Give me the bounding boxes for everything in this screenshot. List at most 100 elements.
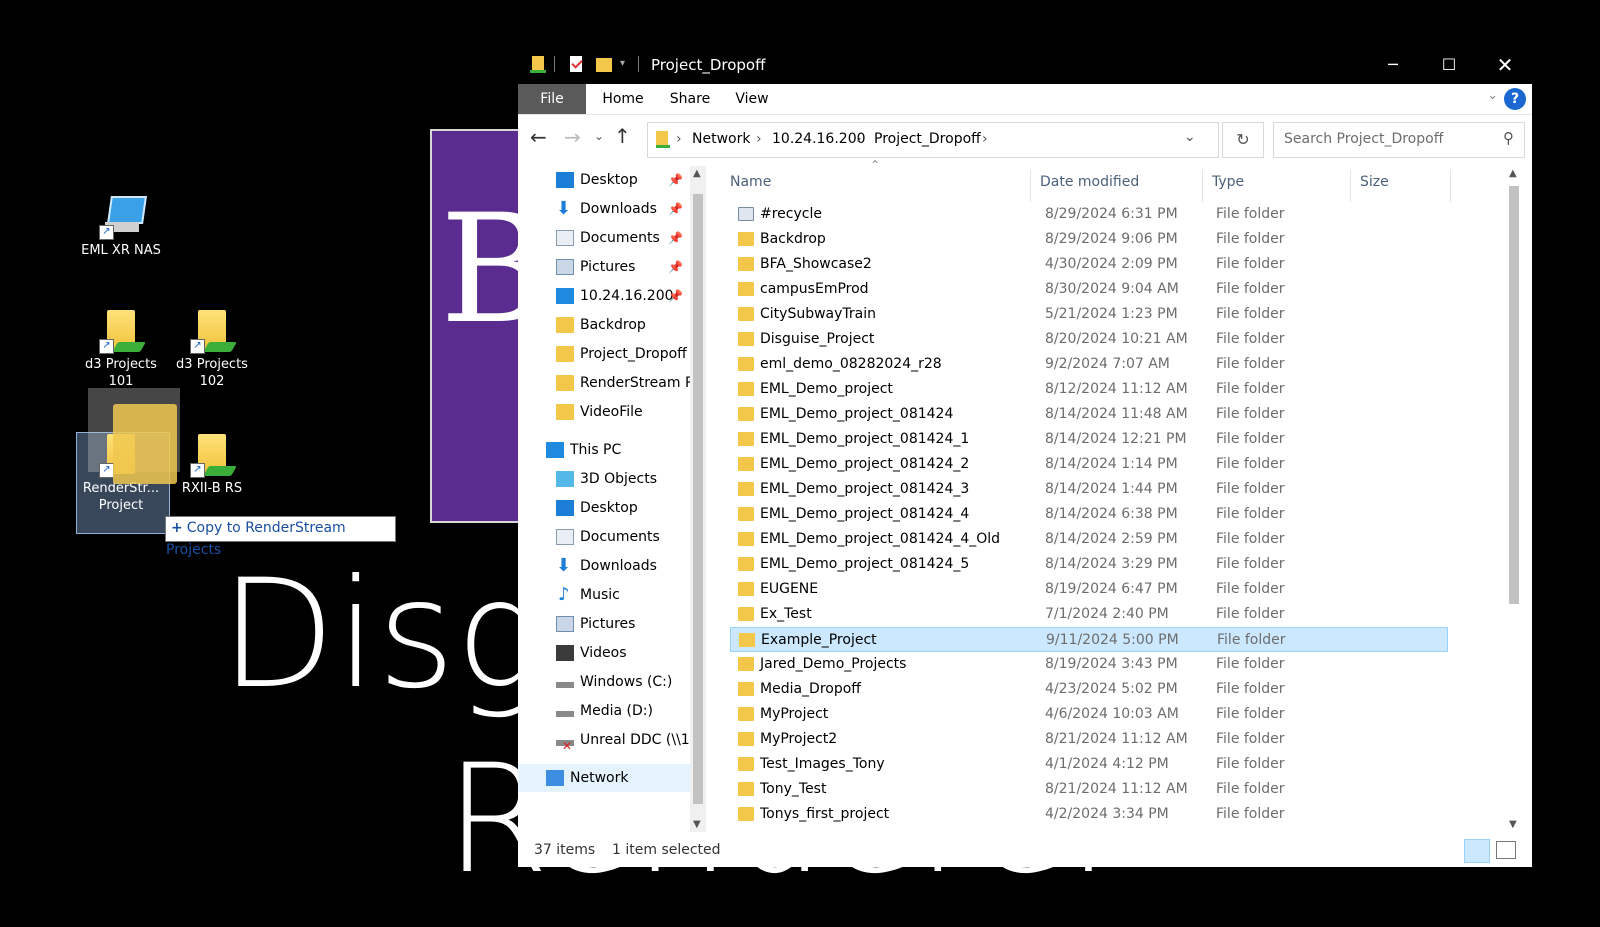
nav-scrollbar[interactable]: ▲ ▼ — [690, 166, 706, 832]
file-type: File folder — [1216, 381, 1285, 397]
table-row[interactable]: EML_Demo_project_081424_2 8/14/2024 1:14 … — [730, 452, 1448, 477]
table-row[interactable]: campusEmProd 8/30/2024 9:04 AM File folder — [730, 277, 1448, 302]
properties-icon[interactable] — [568, 54, 584, 74]
refresh-icon[interactable]: ↻ — [1222, 122, 1264, 158]
nav-scroll-thumb[interactable] — [693, 194, 703, 804]
file-name: EML_Demo_project_081424_3 — [760, 481, 970, 497]
tab-view[interactable]: View — [724, 84, 780, 114]
nav-label: Desktop — [580, 500, 638, 516]
nav-label: Videos — [580, 645, 627, 661]
up-arrow-icon[interactable]: ↑ — [614, 124, 631, 148]
details-view-icon[interactable] — [1464, 839, 1490, 863]
help-icon[interactable]: ? — [1504, 88, 1526, 110]
nav-item-videofile[interactable]: VideoFile — [518, 398, 696, 426]
column-header-name[interactable]: Name — [730, 174, 771, 190]
windows-drive-icon — [556, 682, 574, 688]
customize-toolbar-icon[interactable]: ▾ — [620, 58, 625, 69]
file-type: File folder — [1216, 581, 1285, 597]
table-row[interactable]: Jared_Demo_Projects 8/19/2024 3:43 PM File… — [730, 652, 1448, 677]
table-row[interactable]: Media_Dropoff 4/23/2024 5:02 PM File folde… — [730, 677, 1448, 702]
file-list-scrollbar[interactable]: ▲ ▼ — [1506, 166, 1522, 832]
nav-item-documents-pc[interactable]: Documents — [518, 523, 696, 551]
recent-locations-icon[interactable]: ⌄ — [594, 129, 604, 143]
breadcrumb-network[interactable]: Network — [692, 131, 750, 147]
maximize-icon[interactable]: ☐ — [1427, 48, 1471, 82]
search-icon[interactable]: ⚲ — [1503, 129, 1514, 147]
table-row[interactable]: Example_Project 9/11/2024 5:00 PM File fol… — [730, 627, 1448, 652]
nav-item-10-24-16-200[interactable]: 10.24.16.200 📌 — [518, 282, 696, 310]
table-row[interactable]: BFA_Showcase2 4/30/2024 2:09 PM File folde… — [730, 252, 1448, 277]
back-arrow-icon[interactable]: ← — [530, 125, 547, 149]
table-row[interactable]: EML_Demo_project 8/12/2024 11:12 AM File f… — [730, 377, 1448, 402]
search-input[interactable]: Search Project_Dropoff ⚲ — [1273, 122, 1525, 158]
minimize-icon[interactable]: ─ — [1371, 48, 1415, 82]
table-row[interactable]: Tony_Test 8/21/2024 11:12 AM File folder — [730, 777, 1448, 802]
close-icon[interactable]: ✕ — [1483, 48, 1527, 82]
nav-item-3d-objects[interactable]: 3D Objects — [518, 465, 696, 493]
desktop-icon-rxii-b-rs[interactable]: ↗ RXII-B RS — [166, 430, 258, 497]
table-row[interactable]: Disguise_Project 8/20/2024 10:21 AM File f… — [730, 327, 1448, 352]
table-row[interactable]: Backdrop 8/29/2024 9:06 PM File folder — [730, 227, 1448, 252]
nav-item-windows-c[interactable]: Windows (C:) — [518, 668, 696, 696]
nav-item-backdrop[interactable]: Backdrop — [518, 311, 696, 339]
folder-icon — [738, 707, 754, 721]
nav-item-project-dropoff[interactable]: Project_Dropoff — [518, 340, 696, 368]
table-row[interactable]: EML_Demo_project_081424_4_Old 8/14/2024 2… — [730, 527, 1448, 552]
address-dropdown-icon[interactable]: ⌄ — [1184, 129, 1196, 145]
table-row[interactable]: eml_demo_08282024_r28 9/2/2024 7:07 AM Fil… — [730, 352, 1448, 377]
sort-ascending-icon: ⌃ — [870, 158, 881, 172]
nav-item-documents[interactable]: Documents 📌 — [518, 224, 696, 252]
tab-share[interactable]: Share — [660, 84, 720, 114]
nav-item-downloads[interactable]: ⬇ Downloads 📌 — [518, 195, 696, 223]
table-row[interactable]: MyProject 4/6/2024 10:03 AM File folder — [730, 702, 1448, 727]
nav-item-videos[interactable]: Videos — [518, 639, 696, 667]
large-icons-view-icon[interactable] — [1496, 841, 1516, 859]
nav-item-media-d[interactable]: Media (D:) — [518, 697, 696, 725]
selection-count: 1 item selected — [612, 842, 721, 858]
nav-item-pictures-pc[interactable]: Pictures — [518, 610, 696, 638]
table-row[interactable]: #recycle 8/29/2024 6:31 PM File folder — [730, 202, 1448, 227]
table-row[interactable]: MyProject2 8/21/2024 11:12 AM File folder — [730, 727, 1448, 752]
nav-item-pictures[interactable]: Pictures 📌 — [518, 253, 696, 281]
file-date: 8/21/2024 11:12 AM — [1045, 731, 1188, 747]
table-row[interactable]: Test_Images_Tony 4/1/2024 4:12 PM File fol… — [730, 752, 1448, 777]
tab-home[interactable]: Home — [590, 84, 656, 114]
desktop-icon-d3-projects-101[interactable]: ↗ d3 Projects 101 — [75, 306, 167, 390]
table-row[interactable]: EUGENE 8/19/2024 6:47 PM File folder — [730, 577, 1448, 602]
nav-item-music[interactable]: ♪ Music — [518, 581, 696, 609]
column-header-size[interactable]: Size — [1360, 174, 1389, 190]
nav-label: Project_Dropoff — [580, 346, 687, 362]
breadcrumb-project-dropoff[interactable]: Project_Dropoff — [874, 131, 981, 147]
nav-item-desktop[interactable]: Desktop 📌 — [518, 166, 696, 194]
address-bar[interactable]: › Network › 10.24.16.200 › Project_Dropo… — [647, 122, 1219, 158]
nav-item-downloads-pc[interactable]: ⬇ Downloads — [518, 552, 696, 580]
desktop-icon-d3-projects-102[interactable]: ↗ d3 Projects 102 — [166, 306, 258, 390]
file-type: File folder — [1217, 632, 1286, 648]
column-header-type[interactable]: Type — [1212, 174, 1244, 190]
table-row[interactable]: EML_Demo_project_081424_1 8/14/2024 12:21… — [730, 427, 1448, 452]
file-type: File folder — [1216, 506, 1285, 522]
drive-icon — [556, 711, 574, 717]
table-row[interactable]: EML_Demo_project_081424_5 8/14/2024 3:29 … — [730, 552, 1448, 577]
table-row[interactable]: Tonys_first_project 4/2/2024 3:34 PM File … — [730, 802, 1448, 827]
table-row[interactable]: Ex_Test 7/1/2024 2:40 PM File folder — [730, 602, 1448, 627]
nav-item-renderstream[interactable]: RenderStream Pr — [518, 369, 696, 397]
desktop-icon-eml-xr-nas[interactable]: ↗ EML XR NAS — [75, 192, 167, 259]
forward-arrow-icon[interactable]: → — [564, 125, 581, 149]
table-row[interactable]: EML_Demo_project_081424 8/14/2024 11:48 A… — [730, 402, 1448, 427]
file-scroll-thumb[interactable] — [1509, 186, 1519, 604]
nav-item-desktop-pc[interactable]: Desktop — [518, 494, 696, 522]
expand-ribbon-icon[interactable]: ⌄ — [1487, 88, 1498, 103]
breadcrumb-ip[interactable]: 10.24.16.200 — [772, 131, 866, 147]
table-row[interactable]: EML_Demo_project_081424_3 8/14/2024 1:44 … — [730, 477, 1448, 502]
new-folder-icon[interactable] — [596, 54, 612, 74]
nav-item-unreal-ddc[interactable]: ✕ Unreal DDC (\\1( — [518, 726, 696, 754]
nav-item-network[interactable]: Network — [518, 764, 696, 792]
table-row[interactable]: CitySubwayTrain 5/21/2024 1:23 PM File fol… — [730, 302, 1448, 327]
table-row[interactable]: EML_Demo_project_081424_4 8/14/2024 6:38 … — [730, 502, 1448, 527]
folder-icon — [556, 317, 574, 333]
nav-label: 3D Objects — [580, 471, 658, 487]
nav-item-this-pc[interactable]: This PC — [518, 436, 696, 464]
column-header-date[interactable]: Date modified — [1040, 174, 1139, 190]
tab-file[interactable]: File — [518, 84, 586, 114]
